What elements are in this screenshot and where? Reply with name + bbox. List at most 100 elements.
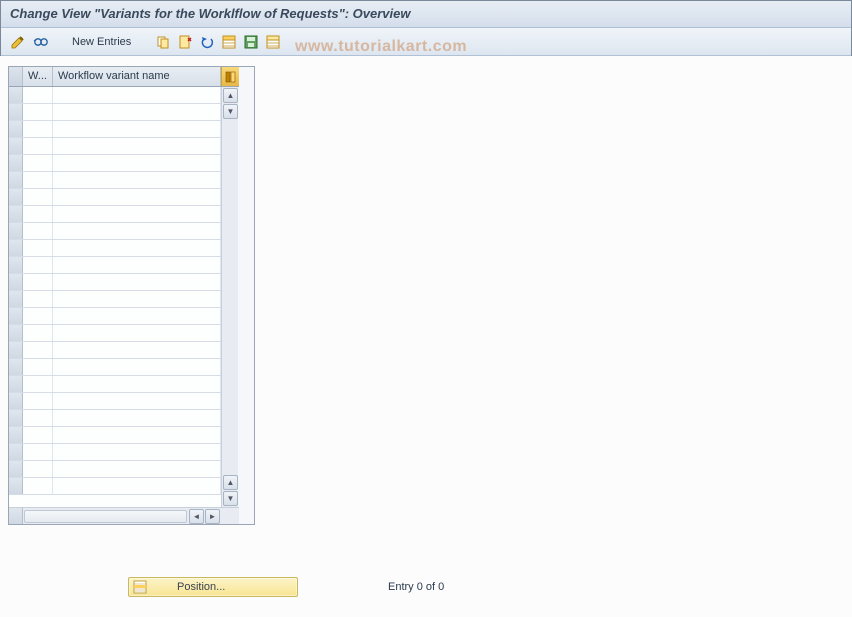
row-selector[interactable] (9, 461, 23, 477)
table-row[interactable] (9, 410, 221, 427)
cell-wf[interactable] (23, 274, 53, 290)
horizontal-scrollbar[interactable]: ◄ ► (9, 507, 239, 524)
copy-icon[interactable] (153, 32, 173, 52)
cell-wf[interactable] (23, 325, 53, 341)
row-selector[interactable] (9, 274, 23, 290)
scroll-left-icon[interactable]: ◄ (189, 509, 204, 524)
row-selector[interactable] (9, 155, 23, 171)
column-header-variant-name[interactable]: Workflow variant name (53, 67, 221, 86)
row-selector[interactable] (9, 478, 23, 494)
cell-variant-name[interactable] (53, 342, 221, 358)
row-selector[interactable] (9, 189, 23, 205)
table-row[interactable] (9, 172, 221, 189)
table-row[interactable] (9, 121, 221, 138)
save-icon[interactable] (241, 32, 261, 52)
row-selector[interactable] (9, 257, 23, 273)
row-selector[interactable] (9, 87, 23, 103)
cell-variant-name[interactable] (53, 376, 221, 392)
cell-wf[interactable] (23, 206, 53, 222)
row-selector[interactable] (9, 359, 23, 375)
row-selector[interactable] (9, 206, 23, 222)
cell-wf[interactable] (23, 240, 53, 256)
table-row[interactable] (9, 138, 221, 155)
cell-variant-name[interactable] (53, 427, 221, 443)
delete-icon[interactable] (175, 32, 195, 52)
cell-wf[interactable] (23, 138, 53, 154)
cell-variant-name[interactable] (53, 393, 221, 409)
row-selector[interactable] (9, 427, 23, 443)
cell-wf[interactable] (23, 427, 53, 443)
column-header-wf[interactable]: W... (23, 67, 53, 86)
cell-wf[interactable] (23, 478, 53, 494)
table-row[interactable] (9, 291, 221, 308)
cell-wf[interactable] (23, 444, 53, 460)
scroll-down-bottom-icon[interactable]: ▼ (223, 491, 238, 506)
cell-wf[interactable] (23, 359, 53, 375)
row-selector[interactable] (9, 342, 23, 358)
cell-wf[interactable] (23, 257, 53, 273)
cell-wf[interactable] (23, 223, 53, 239)
row-selector[interactable] (9, 138, 23, 154)
scroll-up-icon[interactable]: ▲ (223, 88, 238, 103)
table-row[interactable] (9, 206, 221, 223)
table-row[interactable] (9, 308, 221, 325)
deselect-all-icon[interactable] (263, 32, 283, 52)
table-row[interactable] (9, 104, 221, 121)
cell-wf[interactable] (23, 104, 53, 120)
table-row[interactable] (9, 155, 221, 172)
select-all-icon[interactable] (219, 32, 239, 52)
table-row[interactable] (9, 342, 221, 359)
table-row[interactable] (9, 257, 221, 274)
cell-variant-name[interactable] (53, 308, 221, 324)
cell-variant-name[interactable] (53, 223, 221, 239)
row-selector[interactable] (9, 376, 23, 392)
cell-wf[interactable] (23, 155, 53, 171)
row-selector[interactable] (9, 121, 23, 137)
cell-variant-name[interactable] (53, 444, 221, 460)
row-selector[interactable] (9, 410, 23, 426)
row-selector[interactable] (9, 240, 23, 256)
cell-wf[interactable] (23, 121, 53, 137)
cell-wf[interactable] (23, 308, 53, 324)
row-selector[interactable] (9, 291, 23, 307)
cell-variant-name[interactable] (53, 240, 221, 256)
table-row[interactable] (9, 189, 221, 206)
cell-wf[interactable] (23, 376, 53, 392)
table-row[interactable] (9, 87, 221, 104)
table-settings-icon[interactable] (221, 67, 239, 86)
scroll-right-icon[interactable]: ► (205, 509, 220, 524)
cell-variant-name[interactable] (53, 478, 221, 494)
cell-variant-name[interactable] (53, 410, 221, 426)
cell-wf[interactable] (23, 87, 53, 103)
table-row[interactable] (9, 393, 221, 410)
cell-wf[interactable] (23, 172, 53, 188)
row-selector[interactable] (9, 223, 23, 239)
table-row[interactable] (9, 444, 221, 461)
row-selector[interactable] (9, 325, 23, 341)
new-entries-button[interactable]: New Entries (64, 34, 139, 50)
cell-variant-name[interactable] (53, 121, 221, 137)
hscroll-thumb[interactable] (24, 510, 187, 523)
cell-wf[interactable] (23, 291, 53, 307)
scroll-down-icon[interactable]: ▼ (223, 104, 238, 119)
undo-icon[interactable] (197, 32, 217, 52)
cell-wf[interactable] (23, 189, 53, 205)
cell-variant-name[interactable] (53, 325, 221, 341)
row-selector[interactable] (9, 104, 23, 120)
table-row[interactable] (9, 240, 221, 257)
cell-variant-name[interactable] (53, 87, 221, 103)
cell-variant-name[interactable] (53, 206, 221, 222)
cell-variant-name[interactable] (53, 189, 221, 205)
toggle-display-change-icon[interactable] (8, 32, 28, 52)
row-selector[interactable] (9, 308, 23, 324)
table-row[interactable] (9, 427, 221, 444)
cell-variant-name[interactable] (53, 172, 221, 188)
table-row[interactable] (9, 359, 221, 376)
row-selector[interactable] (9, 172, 23, 188)
position-button[interactable]: Position... (128, 577, 298, 597)
cell-variant-name[interactable] (53, 155, 221, 171)
cell-wf[interactable] (23, 461, 53, 477)
cell-variant-name[interactable] (53, 104, 221, 120)
cell-wf[interactable] (23, 342, 53, 358)
table-row[interactable] (9, 376, 221, 393)
